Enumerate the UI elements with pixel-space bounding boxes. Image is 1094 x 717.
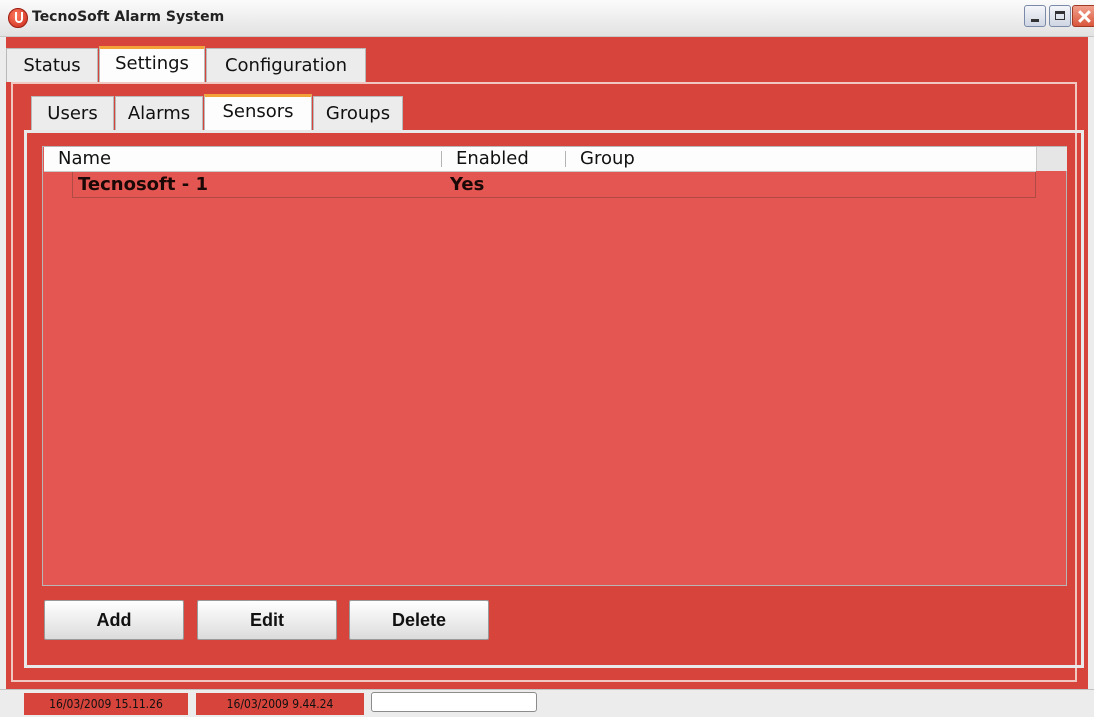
tab-configuration[interactable]: Configuration (206, 48, 366, 82)
column-header-group[interactable]: Group (580, 149, 635, 169)
table-header (44, 147, 1036, 172)
status-progress-bar (371, 692, 537, 712)
tab-status[interactable]: Status (6, 48, 98, 82)
window-title: TecnoSoft Alarm System (32, 9, 225, 25)
tab-alarms[interactable]: Alarms (115, 96, 203, 130)
title-bar[interactable]: TecnoSoft Alarm System (0, 0, 1094, 37)
status-timestamp-current: 16/03/2009 15.11.26 (24, 693, 188, 715)
app-icon (8, 8, 28, 28)
edit-button[interactable]: Edit (197, 600, 337, 640)
tab-sensors[interactable]: Sensors (204, 94, 312, 130)
minimize-button[interactable] (1024, 5, 1046, 27)
sensors-table[interactable] (42, 146, 1067, 586)
column-divider[interactable] (441, 151, 442, 167)
tab-users[interactable]: Users (31, 96, 114, 130)
table-header-corner (1036, 147, 1067, 171)
sensor-enabled-cell: Yes (450, 174, 485, 195)
table-row[interactable] (72, 172, 1036, 198)
column-header-enabled[interactable]: Enabled (456, 149, 529, 169)
tab-settings[interactable]: Settings (99, 46, 205, 82)
column-divider[interactable] (565, 151, 566, 167)
delete-button[interactable]: Delete (349, 600, 489, 640)
sensor-name-cell: Tecnosoft - 1 (78, 174, 208, 195)
maximize-button[interactable] (1049, 5, 1071, 27)
close-button[interactable] (1072, 5, 1094, 27)
status-timestamp-last: 16/03/2009 9.44.24 (196, 693, 364, 715)
add-button[interactable]: Add (44, 600, 184, 640)
tab-groups[interactable]: Groups (313, 96, 403, 130)
column-header-name[interactable]: Name (58, 149, 111, 169)
